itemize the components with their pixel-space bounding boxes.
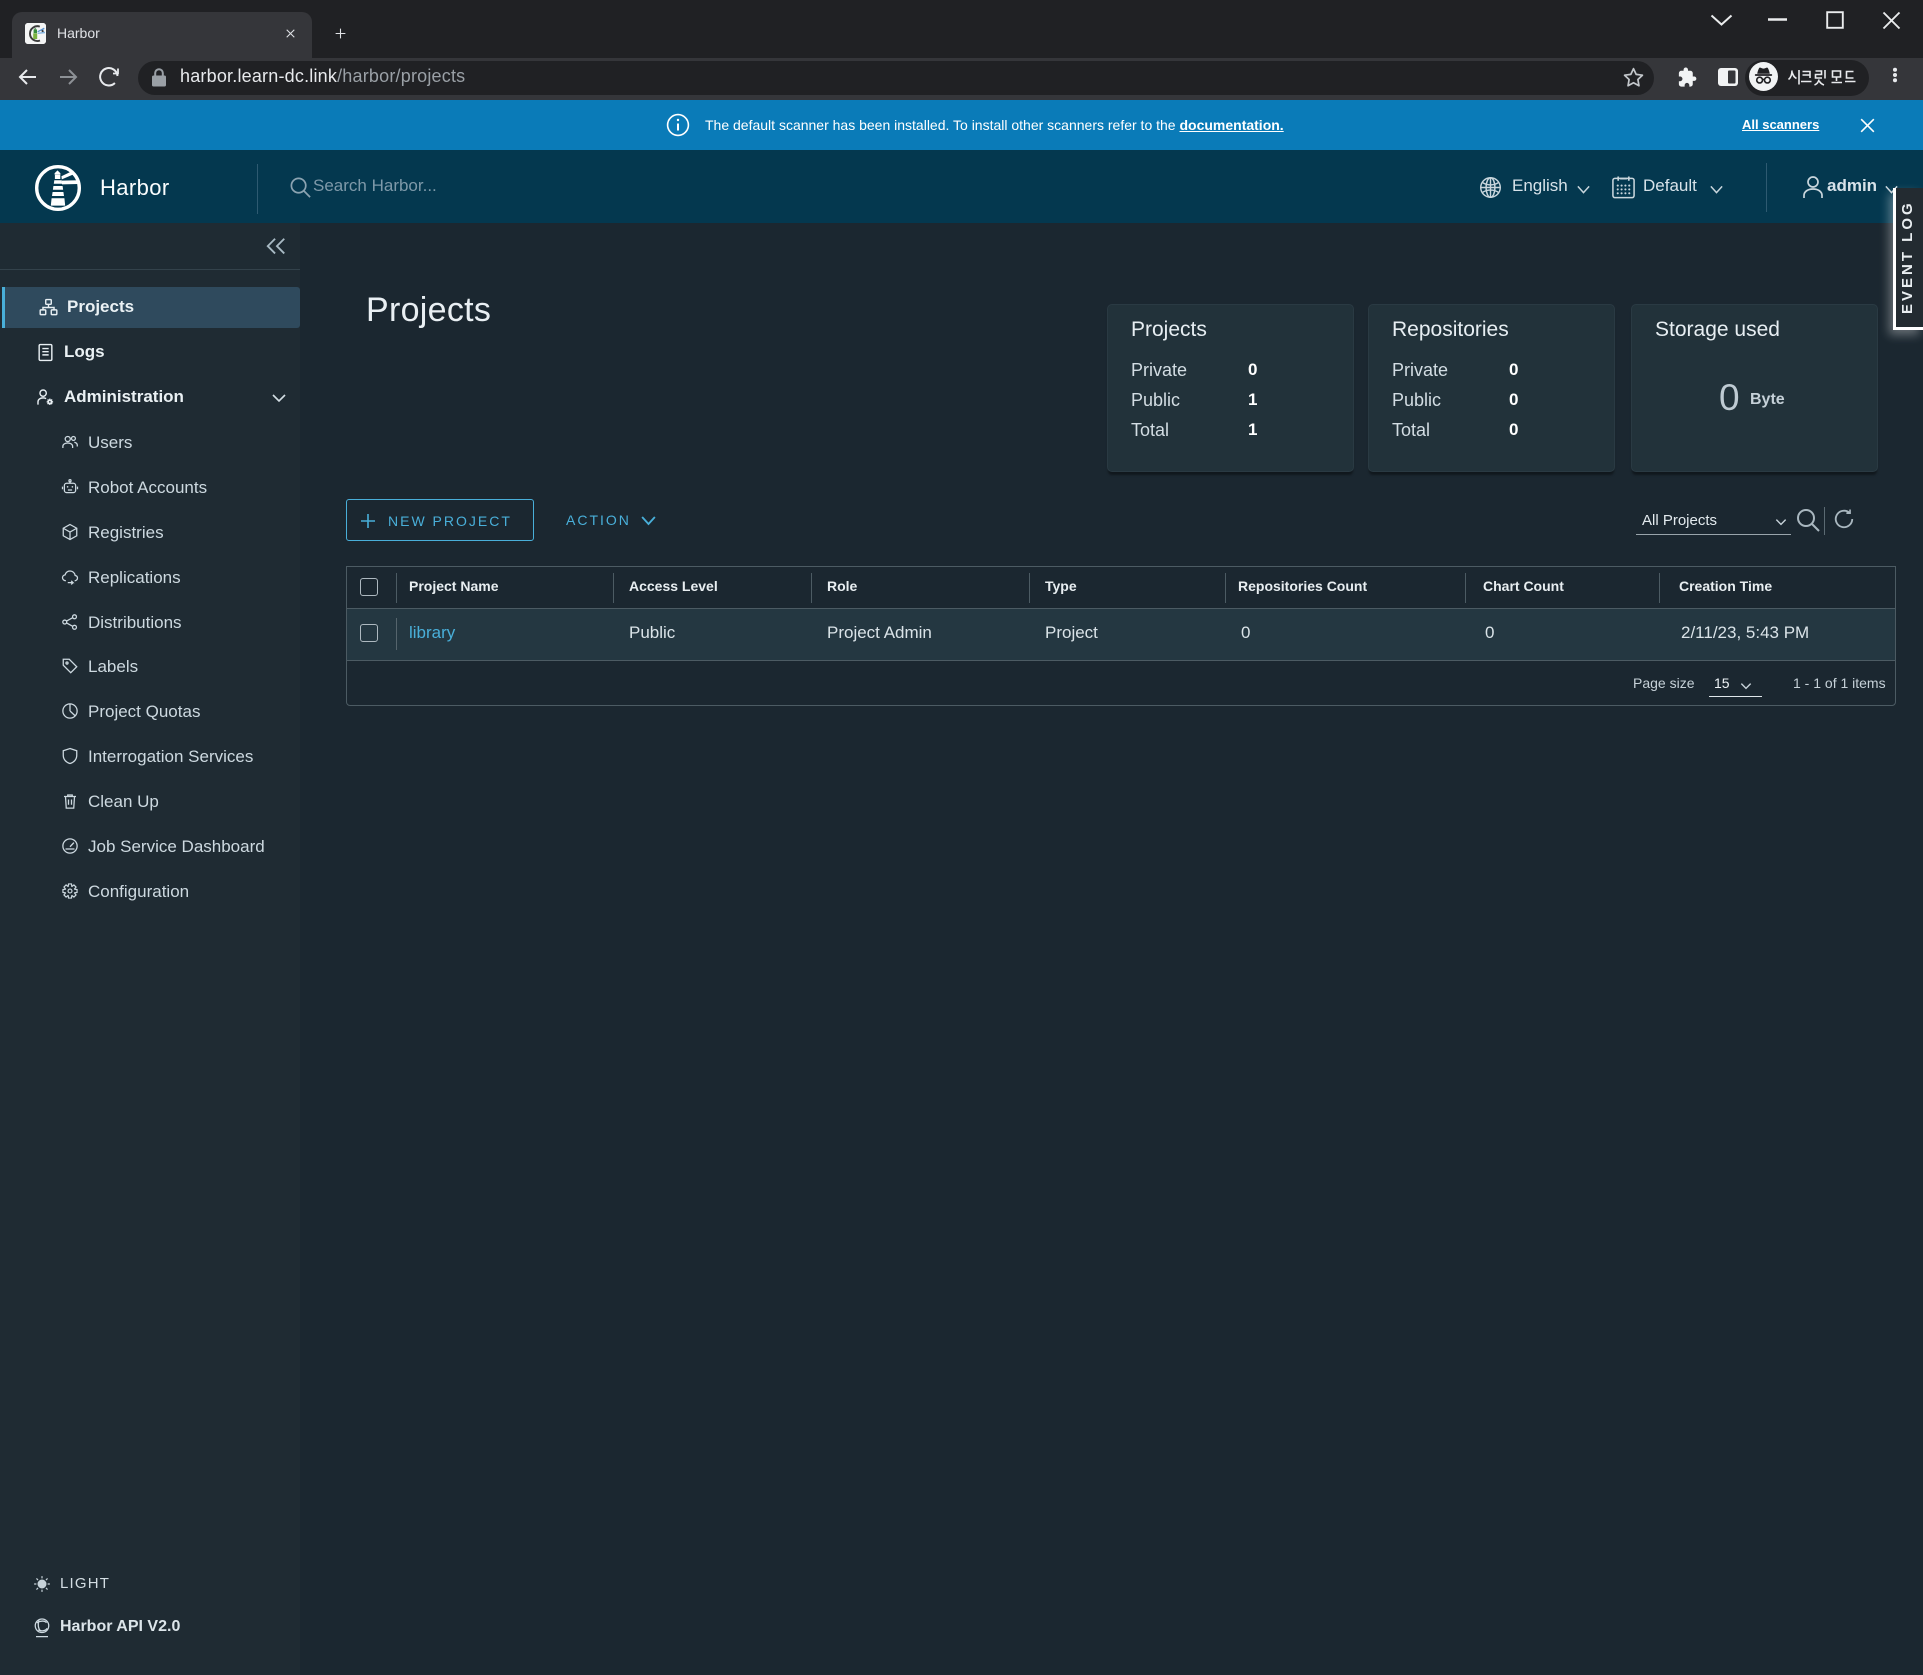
svg-text:EVENT LOG: EVENT LOG <box>1899 200 1916 314</box>
